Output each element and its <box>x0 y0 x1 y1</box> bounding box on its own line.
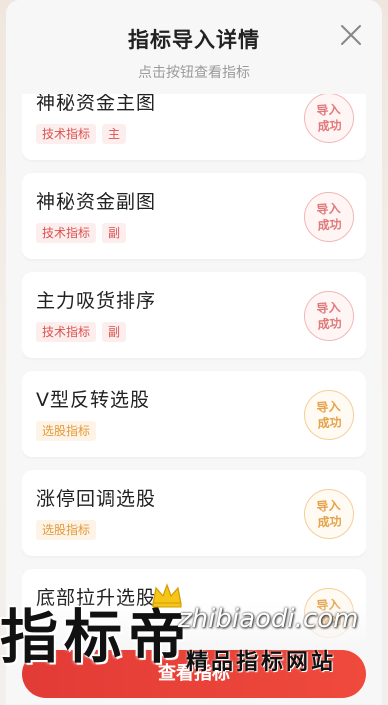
sheet-header: 指标导入详情 点击按钮查看指标 <box>6 0 382 94</box>
indicator-tag: 技术指标 <box>36 223 97 243</box>
import-status-text: 导入成功 <box>315 300 343 332</box>
import-success-stamp: 导入成功 <box>302 487 356 541</box>
indicator-card[interactable]: V型反转选股 选股指标 导入成功 <box>22 371 366 457</box>
indicator-tag: 副 <box>102 322 127 342</box>
import-success-stamp: 导入成功 <box>302 289 356 343</box>
indicator-tag: 选股指标 <box>36 520 97 540</box>
indicator-name: 神秘资金副图 <box>36 191 157 213</box>
indicator-name: 涨停回调选股 <box>36 488 157 510</box>
indicator-tag: 副 <box>102 223 127 243</box>
import-status-text: 导入成功 <box>315 201 343 233</box>
indicator-tags: 技术指标主 <box>36 124 127 144</box>
import-status-text: 导入成功 <box>315 102 343 134</box>
indicator-card[interactable]: 涨停回调选股 选股指标 导入成功 <box>22 470 366 556</box>
dialog-title: 指标导入详情 <box>128 28 260 52</box>
import-status-text: 导入成功 <box>315 498 343 530</box>
import-success-stamp: 导入成功 <box>302 388 356 442</box>
dialog-subtitle: 点击按钮查看指标 <box>138 65 250 81</box>
view-indicators-button[interactable]: 查看指标 <box>22 650 366 698</box>
indicator-card[interactable]: 主力吸货排序 技术指标副 导入成功 <box>22 272 366 358</box>
indicator-tag: 主 <box>102 124 127 144</box>
indicator-card[interactable]: 神秘资金副图 技术指标副 导入成功 <box>22 173 366 259</box>
indicator-tags: 技术指标副 <box>36 322 127 342</box>
list-fade <box>6 600 382 650</box>
indicator-tags: 选股指标 <box>36 421 97 441</box>
indicator-tag: 选股指标 <box>36 421 97 441</box>
indicator-tag: 技术指标 <box>36 124 97 144</box>
import-success-stamp: 导入成功 <box>302 190 356 244</box>
indicator-tag: 技术指标 <box>36 322 97 342</box>
import-details-sheet: 指标导入详情 点击按钮查看指标 神秘资金主图 技术指标主导入成功 神秘资金副图 技术指… <box>6 0 382 705</box>
close-icon <box>341 25 361 45</box>
import-status-text: 导入成功 <box>315 399 343 431</box>
indicator-tags: 选股指标 <box>36 520 97 540</box>
import-success-stamp: 导入成功 <box>302 91 356 145</box>
indicator-name: 主力吸货排序 <box>36 290 157 312</box>
indicator-name: V型反转选股 <box>36 389 150 411</box>
close-button[interactable] <box>338 22 364 48</box>
indicator-tags: 技术指标副 <box>36 223 127 243</box>
indicator-list[interactable]: 神秘资金主图 技术指标主导入成功 神秘资金副图 技术指标副导入成功 主力吸货排序 技术指标… <box>22 82 366 642</box>
